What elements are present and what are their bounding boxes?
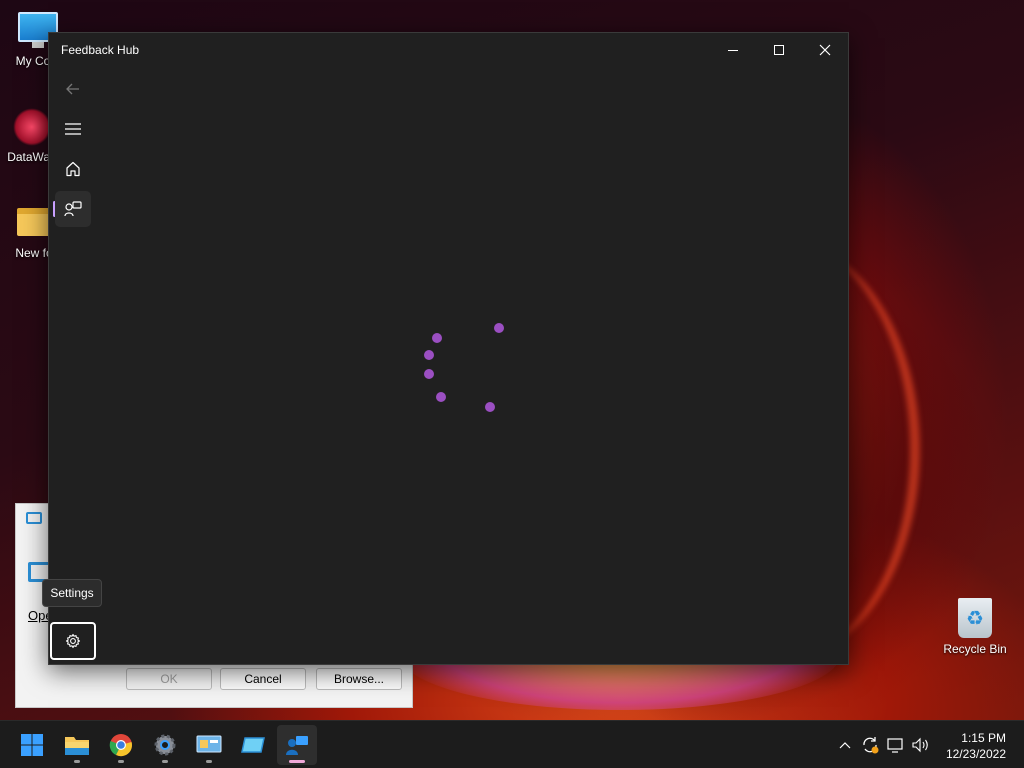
desktop-icon-label: Recycle Bin	[943, 642, 1007, 656]
spinner-dot	[436, 392, 446, 402]
minimize-icon	[728, 49, 738, 51]
chrome-icon	[109, 734, 132, 757]
back-arrow-icon	[66, 83, 79, 95]
taskbar: 1:15 PM 12/23/2022	[0, 720, 1024, 768]
title-bar[interactable]: Feedback Hub	[49, 33, 848, 67]
clock[interactable]: 1:15 PM 12/23/2022	[946, 730, 1006, 762]
running-indicator	[74, 760, 80, 763]
taskbar-file-explorer[interactable]	[57, 725, 97, 765]
back-button[interactable]	[55, 71, 91, 107]
clock-date: 12/23/2022	[945, 747, 1006, 761]
folder-icon	[17, 208, 51, 236]
taskbar-remote-app[interactable]	[233, 725, 273, 765]
running-indicator	[289, 760, 305, 763]
tray-volume[interactable]	[911, 735, 931, 755]
tray-update[interactable]	[860, 735, 880, 755]
maximize-button[interactable]	[756, 33, 802, 67]
feedback-hub-window: Feedback Hub	[48, 32, 849, 665]
clock-time: 1:15 PM	[961, 731, 1006, 745]
running-indicator	[118, 760, 124, 763]
tray-network[interactable]	[886, 735, 906, 755]
taskbar-chrome[interactable]	[101, 725, 141, 765]
monitor-icon	[241, 737, 265, 753]
recycle-bin-icon: ♻	[958, 598, 992, 638]
dialog-app-icon	[26, 512, 42, 524]
running-indicator	[162, 760, 168, 763]
window-title: Feedback Hub	[61, 43, 140, 57]
start-button[interactable]	[12, 725, 52, 765]
running-indicator	[206, 760, 212, 763]
spinner-dot	[485, 402, 495, 412]
taskbar-feedback-hub[interactable]	[277, 725, 317, 765]
sync-icon	[863, 737, 879, 754]
home-icon	[66, 161, 80, 177]
ok-button[interactable]: OK	[126, 668, 212, 690]
volume-icon	[912, 737, 928, 753]
taskbar-control-panel[interactable]	[189, 725, 229, 765]
spinner-dot	[424, 369, 434, 379]
spinner-dot	[432, 333, 442, 343]
chevron-up-icon	[839, 742, 851, 749]
browse-button[interactable]: Browse...	[316, 668, 402, 690]
settings-button[interactable]	[50, 622, 96, 660]
windows-logo-icon	[21, 734, 43, 756]
minimize-button[interactable]	[710, 33, 756, 67]
gear-icon	[154, 734, 176, 756]
gear-icon	[65, 633, 81, 649]
desktop-icon-recycle-bin[interactable]: ♻ Recycle Bin	[937, 598, 1013, 656]
feedback-hub-icon	[286, 736, 308, 755]
maximize-icon	[774, 45, 784, 55]
spinner-dot	[424, 350, 434, 360]
menu-button[interactable]	[55, 111, 91, 147]
cancel-button[interactable]: Cancel	[220, 668, 306, 690]
nav-home[interactable]	[55, 151, 91, 187]
close-button[interactable]	[802, 33, 848, 67]
hamburger-menu-icon	[65, 123, 81, 135]
nav-feedback[interactable]	[55, 191, 91, 227]
settings-tooltip: Settings	[42, 579, 102, 607]
close-icon	[819, 44, 831, 56]
feedback-icon	[64, 201, 82, 217]
folder-icon	[65, 737, 89, 755]
control-panel-icon	[196, 735, 222, 753]
taskbar-settings[interactable]	[145, 725, 185, 765]
network-icon	[887, 738, 903, 753]
tray-overflow-button[interactable]	[835, 735, 855, 755]
datawag-shortcut-icon	[13, 108, 51, 146]
spinner-dot	[494, 323, 504, 333]
